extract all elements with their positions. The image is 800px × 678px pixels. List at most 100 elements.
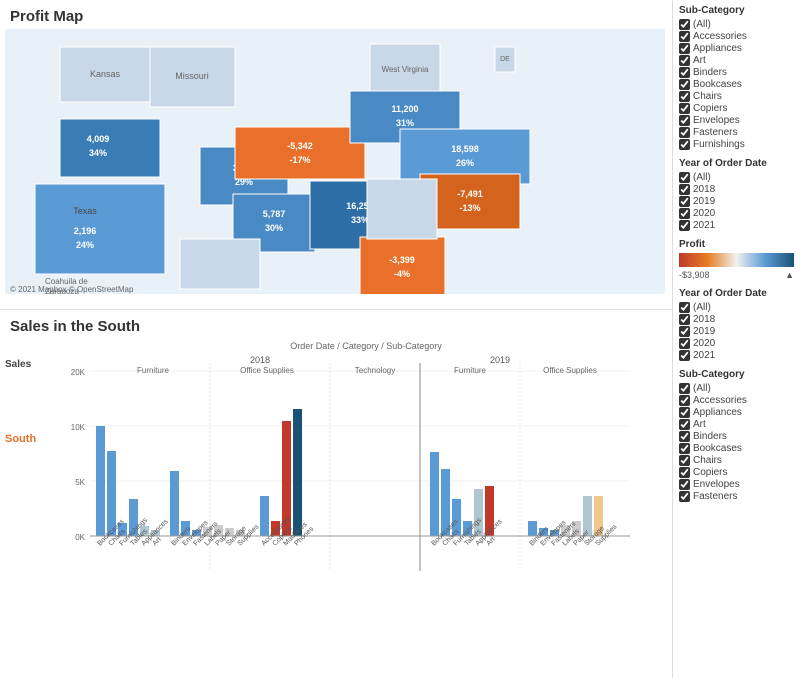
- main-content: Profit Map Kansas Missouri West Virginia: [0, 0, 672, 678]
- cb-year-all-1[interactable]: [679, 172, 690, 183]
- cb-art-bottom[interactable]: [679, 419, 690, 430]
- label-art-bottom: Art: [693, 419, 706, 430]
- cb-copiers-top[interactable]: [679, 103, 690, 114]
- map-container: Kansas Missouri West Virginia DE 4,009 3…: [5, 29, 665, 309]
- cb-appliances-bottom[interactable]: [679, 407, 690, 418]
- label-bookcases-bottom: Bookcases: [693, 443, 742, 454]
- cb-2020-1[interactable]: [679, 208, 690, 219]
- svg-text:5,787: 5,787: [263, 209, 286, 219]
- cb-envelopes-bottom[interactable]: [679, 479, 690, 490]
- label-chairs-bottom: Chairs: [693, 455, 722, 466]
- cb-2021-1[interactable]: [679, 220, 690, 231]
- label-2019-2: 2019: [693, 326, 715, 337]
- svg-text:-3,399: -3,399: [389, 255, 415, 265]
- label-2019-1: 2019: [693, 196, 715, 207]
- label-appliances-bottom: Appliances: [693, 407, 742, 418]
- cb-binders-top[interactable]: [679, 67, 690, 78]
- chart-title: Order Date / Category / Sub-Category: [60, 339, 672, 351]
- svg-text:DE: DE: [500, 56, 510, 63]
- cb-bookcases-top[interactable]: [679, 79, 690, 90]
- label-2021-2: 2021: [693, 350, 715, 361]
- svg-text:10K: 10K: [71, 423, 86, 432]
- cb-all-top[interactable]: [679, 19, 690, 30]
- svg-text:2,196: 2,196: [74, 226, 97, 236]
- sub-cat-title-bottom: Sub-Category: [679, 369, 794, 380]
- svg-text:-7,491: -7,491: [457, 189, 483, 199]
- cb-chairs-top[interactable]: [679, 91, 690, 102]
- cb-fasteners-bottom[interactable]: [679, 491, 690, 502]
- profit-map-section: Profit Map Kansas Missouri West Virginia: [0, 0, 672, 310]
- svg-text:26%: 26%: [456, 158, 474, 168]
- label-envelopes-bottom: Envelopes: [693, 479, 740, 490]
- label-2018-1: 2018: [693, 184, 715, 195]
- svg-text:Furniture: Furniture: [454, 366, 487, 375]
- cb-binders-bottom[interactable]: [679, 431, 690, 442]
- svg-text:Office Supplies: Office Supplies: [543, 366, 597, 375]
- cb-copiers-bottom[interactable]: [679, 467, 690, 478]
- svg-text:30%: 30%: [265, 223, 283, 233]
- svg-text:Texas: Texas: [73, 206, 97, 216]
- cb-fasteners-top[interactable]: [679, 127, 690, 138]
- year-filter-1: Year of Order Date (All) 2018 2019 2020 …: [679, 158, 794, 231]
- cb-2019-1[interactable]: [679, 196, 690, 207]
- cb-furnishings-top[interactable]: [679, 139, 690, 150]
- cb-2018-2[interactable]: [679, 314, 690, 325]
- cb-all-bottom[interactable]: [679, 383, 690, 394]
- bar-chart[interactable]: Order Date / Category / Sub-Category 20K…: [60, 339, 672, 659]
- svg-text:20K: 20K: [71, 368, 86, 377]
- label-2021-1: 2021: [693, 220, 715, 231]
- label-accessories-bottom: Accessories: [693, 395, 747, 406]
- label-envelopes-top: Envelopes: [693, 115, 740, 126]
- label-copiers-top: Copiers: [693, 103, 727, 114]
- svg-text:4,009: 4,009: [87, 134, 110, 144]
- label-binders-bottom: Binders: [693, 431, 727, 442]
- label-furnishings-top: Furnishings: [693, 139, 745, 150]
- cb-accessories-bottom[interactable]: [679, 395, 690, 406]
- label-2020-2: 2020: [693, 338, 715, 349]
- label-fasteners-bottom: Fasteners: [693, 491, 737, 502]
- year-filter-2: Year of Order Date (All) 2018 2019 2020 …: [679, 288, 794, 361]
- svg-text:Office Supplies: Office Supplies: [240, 366, 294, 375]
- profit-min-label: -$3,908: [679, 270, 710, 280]
- cb-2019-2[interactable]: [679, 326, 690, 337]
- year-filter-2-title: Year of Order Date: [679, 288, 794, 299]
- svg-text:Missouri: Missouri: [175, 71, 209, 81]
- south-label: South: [0, 433, 60, 445]
- cb-2018-1[interactable]: [679, 184, 690, 195]
- label-chairs-top: Chairs: [693, 91, 722, 102]
- cb-2021-2[interactable]: [679, 350, 690, 361]
- label-binders-top: Binders: [693, 67, 727, 78]
- label-fasteners-top: Fasteners: [693, 127, 737, 138]
- sales-chart-area: Sales South Order Date / Category / Sub-…: [0, 339, 672, 659]
- svg-text:34%: 34%: [89, 148, 107, 158]
- svg-text:2018: 2018: [250, 355, 270, 365]
- svg-text:-4%: -4%: [394, 269, 410, 279]
- cb-envelopes-top[interactable]: [679, 115, 690, 126]
- region-column: Sales South: [0, 339, 60, 659]
- cb-art-top[interactable]: [679, 55, 690, 66]
- sub-category-filter-bottom: Sub-Category (All) Accessories Appliance…: [679, 369, 794, 502]
- svg-text:0K: 0K: [75, 533, 85, 542]
- cb-2020-2[interactable]: [679, 338, 690, 349]
- sub-category-filter-top: Sub-Category (All) Accessories Appliance…: [679, 5, 794, 150]
- cb-appliances-top[interactable]: [679, 43, 690, 54]
- svg-text:West Virginia: West Virginia: [382, 65, 429, 74]
- svg-text:18,598: 18,598: [451, 144, 479, 154]
- sales-section: Sales in the South Sales South Order Dat…: [0, 310, 672, 678]
- svg-text:-17%: -17%: [289, 155, 310, 165]
- svg-text:24%: 24%: [76, 240, 94, 250]
- bar-chart-svg: 20K 10K 5K 0K 2018 2019 Furnit: [60, 351, 640, 651]
- svg-text:Technology: Technology: [355, 366, 395, 375]
- svg-text:31%: 31%: [396, 118, 414, 128]
- label-art-top: Art: [693, 55, 706, 66]
- label-2018-2: 2018: [693, 314, 715, 325]
- cb-accessories-top[interactable]: [679, 31, 690, 42]
- region-header-label: Sales: [0, 359, 60, 370]
- cb-chairs-bottom[interactable]: [679, 455, 690, 466]
- cb-year-all-2[interactable]: [679, 302, 690, 313]
- label-appliances-top: Appliances: [693, 43, 742, 54]
- svg-text:-5,342: -5,342: [287, 141, 313, 151]
- label-2020-1: 2020: [693, 208, 715, 219]
- svg-text:2019: 2019: [490, 355, 510, 365]
- cb-bookcases-bottom[interactable]: [679, 443, 690, 454]
